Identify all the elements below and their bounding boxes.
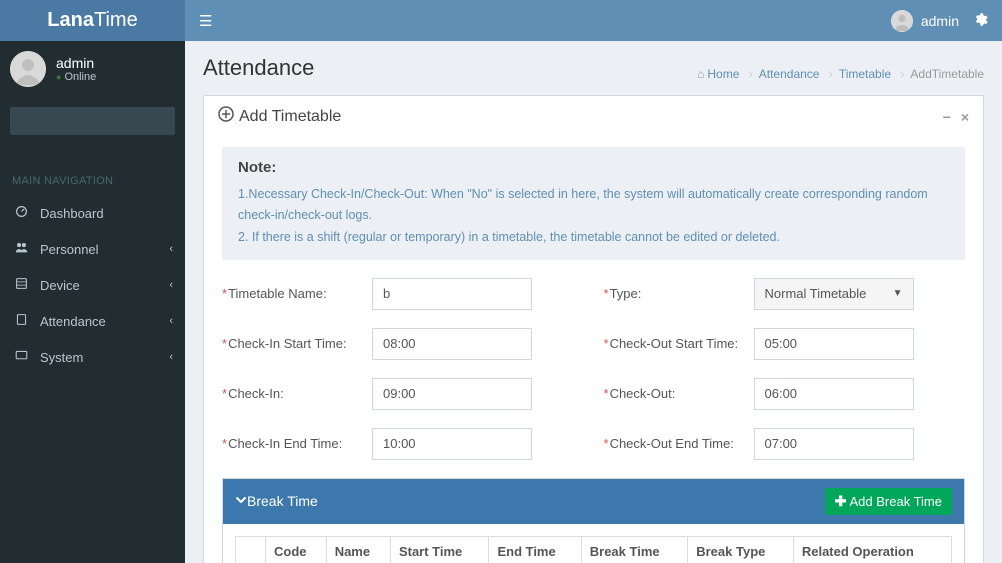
- nav-icon: [12, 241, 30, 257]
- brand-b: Time: [94, 9, 138, 31]
- nav-label: Personnel: [40, 242, 99, 257]
- avatar-icon: [891, 10, 913, 32]
- col-start: Start Time: [390, 536, 489, 563]
- nav-icon: [12, 205, 30, 221]
- nav-label: Dashboard: [40, 206, 104, 221]
- chevron-down-icon: [235, 494, 247, 509]
- gear-icon[interactable]: [973, 12, 988, 30]
- nav-label: Attendance: [40, 314, 106, 329]
- menu-toggle-icon[interactable]: ☰: [199, 12, 212, 30]
- breadcrumb-attendance[interactable]: Attendance: [759, 67, 820, 81]
- sidebar-search: [0, 97, 185, 165]
- break-time-panel: Break Time ✚ Add Break Time: [222, 478, 965, 563]
- checkin-start-input[interactable]: [372, 328, 532, 360]
- plus-circle-icon: [218, 106, 234, 127]
- topbar: ☰ admin: [185, 0, 1002, 41]
- col-break-type: Break Type: [688, 536, 794, 563]
- page-title: Attendance: [203, 55, 314, 81]
- sidebar-item-attendance[interactable]: Attendance ‹: [0, 303, 185, 339]
- nav-label: Device: [40, 278, 80, 293]
- checkout-input[interactable]: [754, 378, 914, 410]
- minimize-icon[interactable]: −: [943, 109, 951, 125]
- chevron-left-icon: ‹: [169, 315, 173, 327]
- add-break-time-label: Add Break Time: [850, 494, 943, 509]
- break-table: Code Name Start Time End Time Break Time…: [235, 536, 952, 563]
- type-select[interactable]: Normal Timetable ▼: [754, 278, 914, 310]
- nav-icon: [12, 313, 30, 329]
- breadcrumb-timetable[interactable]: Timetable: [839, 67, 891, 81]
- chevron-down-icon: ▼: [893, 288, 903, 299]
- sidebar-item-personnel[interactable]: Personnel ‹: [0, 231, 185, 267]
- col-name: Name: [326, 536, 390, 563]
- breadcrumb-home[interactable]: Home: [707, 67, 739, 81]
- checkin-input[interactable]: [372, 378, 532, 410]
- avatar[interactable]: [10, 51, 46, 87]
- col-break-time: Break Time: [581, 536, 687, 563]
- sidebar-item-device[interactable]: Device ‹: [0, 267, 185, 303]
- checkin-end-label: *Check-In End Time:: [222, 436, 372, 451]
- add-timetable-panel: Add Timetable − × Note: 1.Necessary Chec…: [203, 95, 984, 563]
- topbar-username: admin: [921, 13, 959, 29]
- type-select-value: Normal Timetable: [765, 286, 867, 301]
- col-end: End Time: [489, 536, 581, 563]
- sidebar-user-panel: admin ●Online: [0, 41, 185, 97]
- close-icon[interactable]: ×: [961, 109, 969, 125]
- sidebar-item-system[interactable]: System ‹: [0, 339, 185, 375]
- col-checkbox: [236, 536, 266, 563]
- panel-title: Add Timetable: [239, 108, 341, 126]
- break-panel-toggle[interactable]: Break Time: [235, 493, 318, 509]
- plus-icon: ✚: [835, 494, 847, 508]
- note-box: Note: 1.Necessary Check-In/Check-Out: Wh…: [222, 147, 965, 260]
- chevron-left-icon: ‹: [169, 351, 173, 363]
- home-icon: ⌂: [697, 67, 704, 81]
- brand-logo[interactable]: LanaTime: [0, 0, 185, 41]
- checkin-label: *Check-In:: [222, 386, 372, 401]
- sidebar-user-status: ●Online: [56, 71, 96, 83]
- note-line-1: 1.Necessary Check-In/Check-Out: When "No…: [238, 184, 949, 227]
- note-title: Note:: [238, 159, 949, 176]
- nav-icon: [12, 349, 30, 365]
- add-break-time-button[interactable]: ✚ Add Break Time: [825, 488, 952, 515]
- break-panel-title: Break Time: [247, 493, 318, 509]
- checkout-start-label: *Check-Out Start Time:: [604, 336, 754, 351]
- checkout-end-input[interactable]: [754, 428, 914, 460]
- topbar-user[interactable]: admin: [891, 10, 959, 32]
- timetable-name-label: *Timetable Name:: [222, 286, 372, 301]
- col-code: Code: [266, 536, 327, 563]
- chevron-left-icon: ‹: [169, 279, 173, 291]
- timetable-name-input[interactable]: [372, 278, 532, 310]
- chevron-left-icon: ‹: [169, 243, 173, 255]
- checkin-start-label: *Check-In Start Time:: [222, 336, 372, 351]
- type-label: *Type:: [604, 286, 754, 301]
- nav-icon: [12, 277, 30, 293]
- col-operation: Related Operation: [793, 536, 951, 563]
- sidebar: LanaTime admin ●Online MAIN NAVIGATION D…: [0, 0, 185, 563]
- nav-label: System: [40, 350, 83, 365]
- checkin-end-input[interactable]: [372, 428, 532, 460]
- breadcrumb-current: AddTimetable: [910, 67, 984, 81]
- nav-header: MAIN NAVIGATION: [0, 165, 185, 195]
- brand-a: Lana: [47, 9, 94, 31]
- note-line-2: 2. If there is a shift (regular or tempo…: [238, 227, 949, 248]
- sidebar-search-input[interactable]: [10, 107, 175, 135]
- checkout-end-label: *Check-Out End Time:: [604, 436, 754, 451]
- checkout-label: *Check-Out:: [604, 386, 754, 401]
- sidebar-item-dashboard[interactable]: Dashboard: [0, 195, 185, 231]
- sidebar-user-name: admin: [56, 55, 96, 71]
- breadcrumb: ⌂Home ›Attendance ›Timetable ›AddTimetab…: [697, 67, 984, 81]
- checkout-start-input[interactable]: [754, 328, 914, 360]
